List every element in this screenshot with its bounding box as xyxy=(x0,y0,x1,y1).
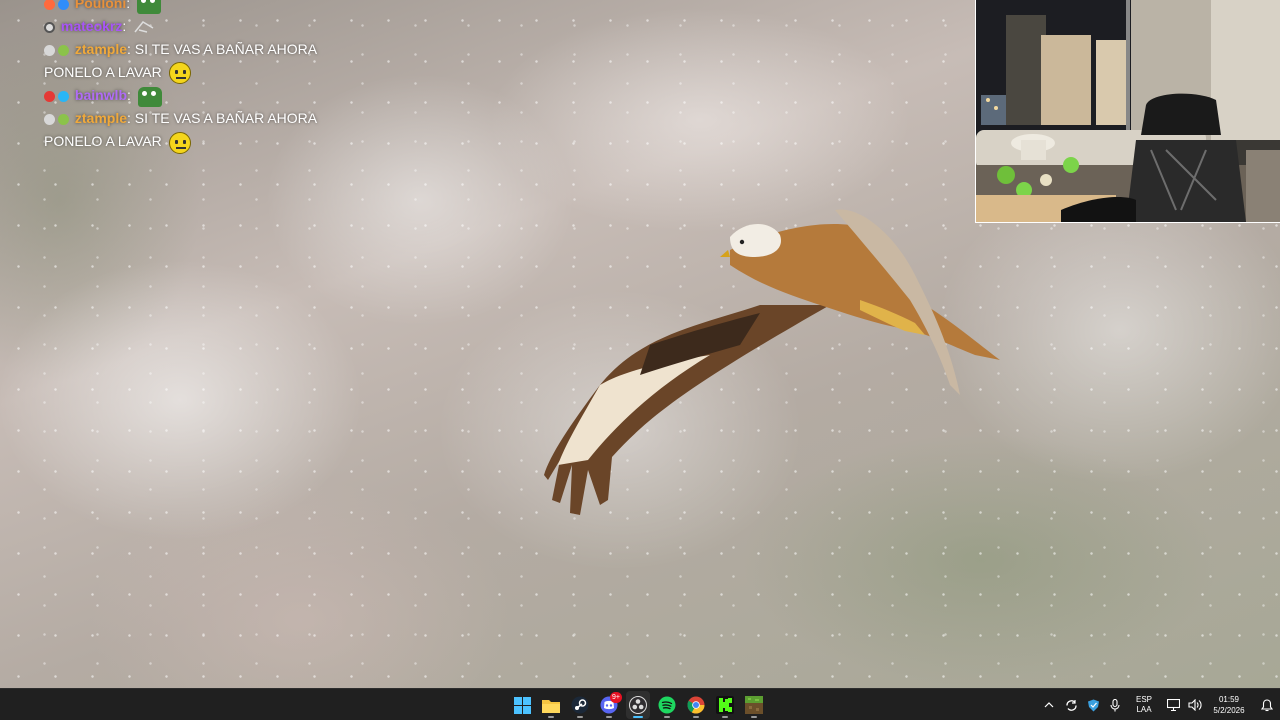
taskbar-minecraft[interactable] xyxy=(742,691,766,719)
discord-notification-badge: 9+ xyxy=(610,692,622,703)
chat-message: Pouloni: xyxy=(44,0,344,15)
clock-time: 01:59 xyxy=(1218,695,1240,704)
chat-badge-icon xyxy=(58,44,69,56)
chat-username[interactable]: bainwlb xyxy=(75,87,127,103)
tray-volume-button[interactable] xyxy=(1184,689,1206,720)
taskbar-steam[interactable] xyxy=(568,691,592,719)
microphone-icon xyxy=(1110,698,1120,711)
chat-badge-icon xyxy=(44,21,55,33)
show-hidden-icons-button[interactable] xyxy=(1038,689,1060,720)
taskbar-kick[interactable] xyxy=(713,691,737,719)
minecraft-icon xyxy=(745,696,763,714)
chat-message: bainwlb: xyxy=(44,84,344,107)
neutral-face-emote-icon xyxy=(168,131,191,154)
spotify-icon xyxy=(658,696,676,714)
chat-badge-icon xyxy=(58,91,69,103)
taskbar-obs[interactable] xyxy=(626,691,650,719)
tray-security-button[interactable] xyxy=(1082,689,1104,720)
taskbar: 9+ ESP LAA 01:59 5/2/2026 xyxy=(0,688,1280,720)
frog-emote-icon xyxy=(137,86,162,107)
sync-icon xyxy=(1065,699,1077,711)
obs-icon xyxy=(629,696,647,714)
chrome-icon xyxy=(687,696,705,714)
volume-icon xyxy=(1188,699,1202,711)
sketch-emote-icon xyxy=(134,21,154,34)
kick-icon xyxy=(716,696,734,714)
start-button[interactable] xyxy=(510,691,534,719)
notification-center-button[interactable] xyxy=(1258,689,1276,720)
clock-date: 5/2/2026 xyxy=(1213,706,1245,715)
network-icon xyxy=(1166,699,1180,711)
chevron-up-icon xyxy=(1044,702,1054,708)
chat-message: ztample: SI TE VAS A BAÑAR AHORA PONELO … xyxy=(44,107,344,154)
taskbar-app-list: 9+ xyxy=(510,689,766,720)
chat-badge-icon xyxy=(44,0,55,10)
windows-logo-icon xyxy=(513,696,531,714)
chat-badge-icon xyxy=(44,114,55,126)
shield-icon xyxy=(1087,699,1099,711)
chat-username[interactable]: ztample xyxy=(75,41,127,57)
chat-badge-icon xyxy=(58,0,69,10)
system-tray: ESP LAA 01:59 5/2/2026 xyxy=(1038,689,1280,720)
taskbar-clock[interactable]: 01:59 5/2/2026 xyxy=(1206,694,1252,716)
tray-microphone-button[interactable] xyxy=(1104,689,1126,720)
folder-icon xyxy=(542,699,560,713)
tray-sync-button[interactable] xyxy=(1060,689,1082,720)
taskbar-chrome[interactable] xyxy=(684,691,708,719)
chat-badge-icon xyxy=(58,114,69,126)
frog-emote-icon xyxy=(137,0,161,15)
tray-network-button[interactable] xyxy=(1162,689,1184,720)
chat-username[interactable]: mateokrz xyxy=(61,18,122,34)
chat-username[interactable]: ztample xyxy=(75,110,127,126)
taskbar-discord[interactable]: 9+ xyxy=(597,691,622,719)
language-code: ESP xyxy=(1135,695,1152,704)
flying-kite-bird xyxy=(544,209,1000,515)
taskbar-file-explorer[interactable] xyxy=(539,691,563,719)
neutral-face-emote-icon xyxy=(168,62,191,85)
chat-username[interactable]: Pouloni xyxy=(75,0,126,11)
stream-chat-overlay: Pouloni: mateokrz: ztample: SI TE VAS A … xyxy=(44,0,344,154)
chat-badge-icon xyxy=(44,91,55,103)
bell-icon xyxy=(1261,698,1273,711)
steam-icon xyxy=(571,696,589,714)
keyboard-layout: LAA xyxy=(1136,705,1152,714)
webcam-room-scene xyxy=(976,0,1280,222)
webcam-overlay xyxy=(975,0,1280,223)
language-indicator[interactable]: ESP LAA xyxy=(1130,695,1158,715)
taskbar-spotify[interactable] xyxy=(655,691,679,719)
chat-badge-icon xyxy=(44,44,55,56)
chat-message: mateokrz: xyxy=(44,15,344,38)
chat-message: ztample: SI TE VAS A BAÑAR AHORA PONELO … xyxy=(44,38,344,85)
